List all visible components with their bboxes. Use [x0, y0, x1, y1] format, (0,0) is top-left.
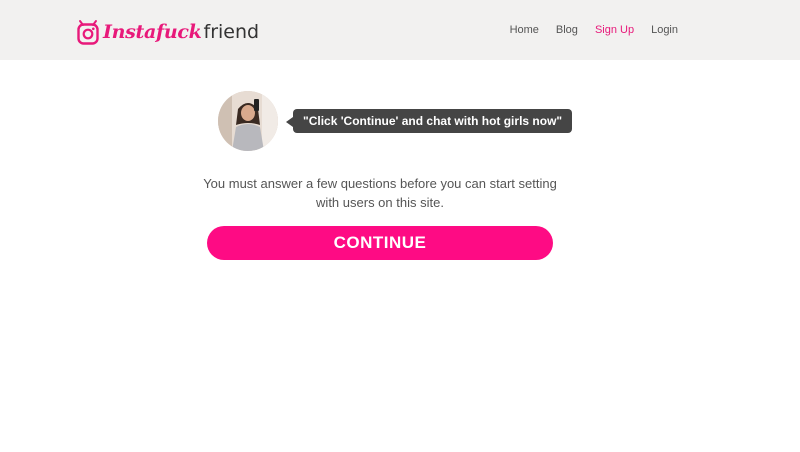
- logo-wordmark-script: Instafuck: [103, 21, 202, 43]
- speech-bubble: "Click 'Continue' and chat with hot girl…: [285, 109, 573, 133]
- site-header: Instafuck friend Home Blog Sign Up Login: [0, 0, 800, 60]
- continue-button[interactable]: CONTINUE: [207, 226, 553, 260]
- profile-photo: [218, 91, 278, 151]
- instruction-text: You must answer a few questions before y…: [203, 176, 557, 210]
- site-logo[interactable]: Instafuck friend: [77, 17, 259, 47]
- main-nav: Home Blog Sign Up Login: [493, 23, 678, 37]
- instagram-camera-icon: [77, 20, 99, 45]
- nav-home-link[interactable]: Home: [510, 23, 539, 37]
- nav-signup-link[interactable]: Sign Up: [595, 23, 634, 37]
- logo-wordmark-plain: friend: [203, 21, 260, 43]
- nav-blog-link[interactable]: Blog: [556, 23, 578, 37]
- nav-login-link[interactable]: Login: [651, 23, 678, 37]
- avatar: [218, 91, 278, 151]
